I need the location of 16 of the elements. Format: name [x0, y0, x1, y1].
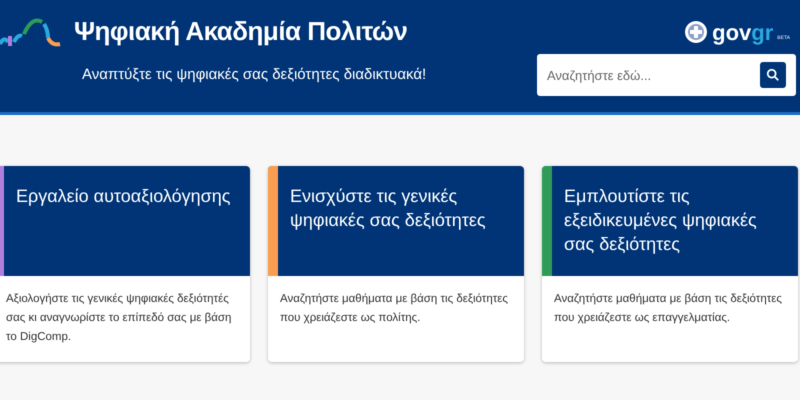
card-background[interactable]: Εμπλουτίστε τις εξειδικευμένες ψηφιακές σας δεξιότητες Αναζητήστε μαθήματα με βάση τις δεξιότητες που χρειάζεστε ως επαγγελματίας.	[542, 166, 798, 362]
card-description: Αναζητήστε μαθήματα με βάση τις δεξιότητες που χρειάζεστε ως πολίτης.	[279, 292, 509, 326]
card-description: Αναζητήστε μαθήματα με βάση τις δεξιότητες που χρειάζεστε ως επαγγελματίας.	[553, 292, 783, 326]
govgr-logo[interactable]: govgr	[712, 22, 774, 44]
card-background[interactable]: Εργαλείο αυτοαξιολόγησης Αξιολογήστε τις γενικές ψηφιακές δεξιότητές σας κι αναγνωρίστε το επίπεδό σας με βάση το DigComp.	[0, 166, 250, 362]
site-subtitle: Αναπτύξτε τις ψηφιακές σας δεξιότητες διαδικτυακά!	[82, 66, 426, 83]
card-title[interactable]: Εμπλουτίστε τις εξειδικευμένες ψηφιακές σας δεξιότητες	[552, 166, 798, 276]
emblem-icon	[684, 20, 708, 44]
site-title: Ψηφιακή Ακαδημία Πολιτών	[74, 16, 408, 46]
card-background[interactable]: Ενισχύστε τις γενικές ψηφιακές σας δεξιότητες Αναζητήστε μαθήματα με βάση τις δεξιότητες που χρειάζεστε ως πολίτης.	[268, 166, 524, 362]
card-description: Αξιολογήστε τις γενικές ψηφιακές δεξιότητές σας κι αναγνωρίστε το επίπεδό σας με βάση το DigComp.	[5, 292, 232, 345]
card-title[interactable]: Εργαλείο αυτοαξιολόγησης	[4, 166, 238, 276]
search-icon	[766, 68, 780, 82]
card-title[interactable]: Ενισχύστε τις γενικές ψηφιακές σας δεξιότητες	[278, 166, 524, 276]
search-field[interactable]: Αναζητήστε εδώ...	[537, 54, 796, 96]
search-button[interactable]	[760, 62, 786, 88]
